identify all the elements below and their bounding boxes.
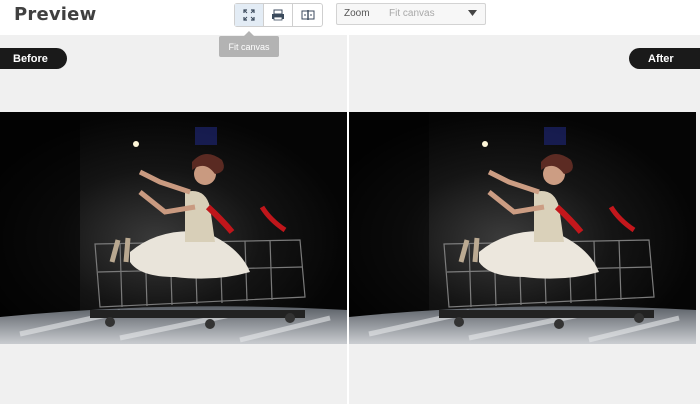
view-mode-group bbox=[234, 3, 323, 27]
page-title: Preview bbox=[14, 4, 97, 25]
zoom-label: Zoom bbox=[344, 8, 370, 19]
print-preview-button[interactable] bbox=[264, 4, 293, 26]
before-badge: Before bbox=[0, 48, 67, 69]
toolbar: Preview Zoom Fit canvas bbox=[0, 0, 700, 32]
before-pane: Before bbox=[0, 35, 347, 404]
fit-canvas-button[interactable] bbox=[235, 4, 264, 26]
split-view-button[interactable] bbox=[293, 4, 322, 26]
print-preview-icon bbox=[272, 9, 284, 21]
before-photo bbox=[0, 112, 347, 344]
fit-canvas-tooltip: Fit canvas bbox=[219, 36, 279, 57]
after-badge: After bbox=[629, 48, 700, 69]
zoom-value: Fit canvas bbox=[389, 8, 435, 19]
zoom-select[interactable]: Zoom Fit canvas bbox=[336, 3, 486, 25]
fit-canvas-icon bbox=[243, 9, 255, 21]
after-photo bbox=[349, 112, 696, 344]
after-pane: After bbox=[349, 35, 700, 404]
chevron-down-icon bbox=[468, 10, 477, 16]
split-view-icon bbox=[301, 10, 314, 20]
